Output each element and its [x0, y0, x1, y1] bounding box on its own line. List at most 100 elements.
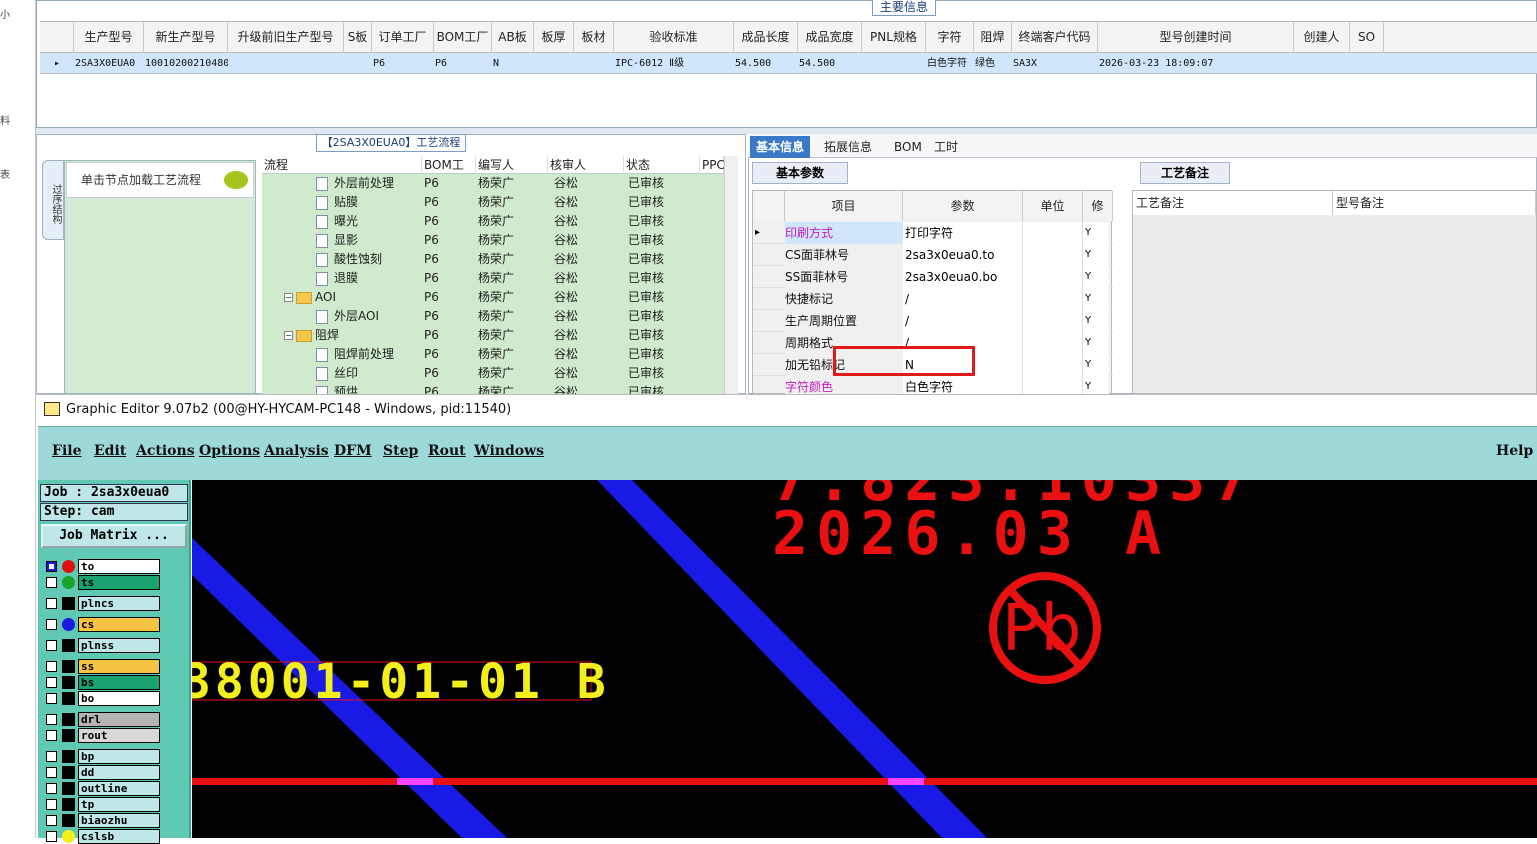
grid-cell[interactable]: SA3X [1012, 53, 1098, 74]
job-matrix-button[interactable]: Job Matrix ... [41, 524, 187, 548]
layer-name[interactable]: bo [78, 691, 160, 706]
flow-tree-row[interactable]: − AOI P6 杨荣广 谷松 已审核 [262, 288, 724, 307]
layer-name[interactable]: biaozhu [78, 813, 160, 828]
grid-cell[interactable]: 2SA3X0EUA0 [74, 53, 144, 74]
layer-name[interactable]: bs [78, 675, 160, 690]
params-column-header[interactable]: 单位 [1023, 191, 1083, 221]
flow-tree-row[interactable]: 酸性蚀刻 P6 杨荣广 谷松 已审核 [262, 250, 724, 269]
grid-column-header[interactable]: 成品宽度 [798, 22, 862, 54]
process-structure-tab[interactable]: 过序结构 [42, 160, 64, 240]
grid-column-header[interactable]: 板材 [574, 22, 614, 54]
layer-row[interactable]: rout [44, 728, 160, 743]
layer-name[interactable]: ts [78, 575, 160, 590]
menu-item[interactable]: DFM [334, 443, 372, 459]
flow-node[interactable]: 丝印 [316, 364, 358, 383]
layer-row[interactable]: biaozhu [44, 813, 160, 828]
flow-node[interactable]: 外层AOI [316, 307, 379, 326]
grid-column-header[interactable]: 验收标准 [614, 22, 734, 54]
layer-name[interactable]: ss [78, 659, 160, 674]
layer-row[interactable]: drl [44, 712, 160, 727]
layer-name[interactable]: bp [78, 749, 160, 764]
layer-checkbox[interactable] [46, 799, 57, 810]
layer-checkbox[interactable] [46, 677, 57, 688]
cam-canvas[interactable]: 7.823.10337 2026.03 A Pb 38001-01-01 B [192, 480, 1537, 838]
grid-cell[interactable]: IPC-6012 Ⅱ级 [614, 53, 734, 74]
layer-name[interactable]: tp [78, 797, 160, 812]
params-row[interactable]: CS面菲林号 2sa3x0eua0.to Y [753, 244, 1113, 266]
grid-column-header[interactable]: 阻焊 [974, 22, 1012, 54]
layer-name[interactable]: rout [78, 728, 160, 743]
params-unit[interactable] [1023, 332, 1083, 354]
params-unit[interactable] [1023, 244, 1083, 266]
menu-item[interactable]: Step [383, 443, 418, 459]
grid-cell[interactable] [344, 53, 372, 74]
grid-column-header[interactable]: 成品长度 [734, 22, 798, 54]
params-value[interactable]: / [903, 288, 1023, 310]
grid-column-header[interactable]: 型号创建时间 [1098, 22, 1294, 54]
layer-row[interactable]: bs [44, 675, 160, 690]
layer-row[interactable]: plnss [44, 638, 160, 653]
grid-column-header[interactable]: SO [1350, 22, 1384, 54]
expand-toggle-icon[interactable]: − [284, 293, 293, 302]
params-row[interactable]: 生产周期位置 / Y [753, 310, 1113, 332]
flow-column-header[interactable]: 编写人 [476, 156, 548, 174]
flow-node[interactable]: − AOI [284, 288, 336, 307]
flow-column-header[interactable]: 状态 [624, 156, 700, 174]
grid-cell[interactable] [228, 53, 344, 74]
help-menu[interactable]: Help [1496, 443, 1533, 459]
params-column-header[interactable]: 项目 [785, 191, 903, 221]
layer-checkbox[interactable] [46, 714, 57, 725]
flow-node[interactable]: 显影 [316, 231, 358, 250]
layer-name[interactable]: cslsb [78, 829, 160, 844]
params-unit[interactable] [1023, 354, 1083, 376]
process-notes-tab[interactable]: 工艺备注 [1140, 162, 1230, 184]
grid-cell[interactable]: N [492, 53, 534, 74]
grid-column-header[interactable]: 板厚 [534, 22, 574, 54]
grid-cell[interactable] [1294, 53, 1350, 74]
layer-name[interactable]: outline [78, 781, 160, 796]
layer-checkbox[interactable] [46, 751, 57, 762]
flow-node[interactable]: 退膜 [316, 269, 358, 288]
layer-checkbox[interactable] [46, 783, 57, 794]
layer-scrollbar[interactable] [163, 556, 189, 838]
layer-row[interactable]: cs [44, 617, 160, 632]
layer-name[interactable]: to [78, 559, 160, 574]
grid-cell[interactable] [1350, 53, 1384, 74]
menu-item[interactable]: Analysis [264, 443, 329, 459]
grid-cell[interactable] [862, 53, 926, 74]
params-value[interactable]: / [903, 310, 1023, 332]
flow-tree-row[interactable]: 曝光 P6 杨荣广 谷松 已审核 [262, 212, 724, 231]
layer-checkbox[interactable] [46, 577, 57, 588]
params-row[interactable]: 印刷方式 打印字符 Y ▸ [753, 222, 1113, 244]
grid-column-header[interactable]: 创建人 [1294, 22, 1350, 54]
layer-checkbox[interactable] [46, 831, 57, 842]
layer-checkbox[interactable] [46, 619, 57, 630]
params-row[interactable]: SS面菲林号 2sa3x0eua0.bo Y [753, 266, 1113, 288]
flow-tree-row[interactable]: 显影 P6 杨荣广 谷松 已审核 [262, 231, 724, 250]
params-row[interactable]: 快捷标记 / Y [753, 288, 1113, 310]
flow-node[interactable]: 阻焊前处理 [316, 345, 394, 364]
flow-tree-row[interactable]: 外层前处理 P6 杨荣广 谷松 已审核 [262, 174, 724, 193]
flow-column-header[interactable]: 核审人 [548, 156, 624, 174]
flow-node[interactable]: 曝光 [316, 212, 358, 231]
grid-column-header[interactable]: 终端客户代码 [1012, 22, 1098, 54]
layer-checkbox[interactable] [46, 561, 57, 572]
flow-tree-row[interactable]: − 阻焊 P6 杨荣广 谷松 已审核 [262, 326, 724, 345]
grid-column-header[interactable]: 新生产型号 [144, 22, 228, 54]
grid-column-header[interactable]: PNL规格 [862, 22, 926, 54]
flow-column-header[interactable]: BOM工厂 [422, 156, 476, 190]
params-unit[interactable] [1023, 266, 1083, 288]
layer-checkbox[interactable] [46, 640, 57, 651]
layer-name[interactable]: cs [78, 617, 160, 632]
menu-item[interactable]: Windows [474, 443, 544, 459]
layer-row[interactable]: dd [44, 765, 160, 780]
layer-row[interactable]: bo [44, 691, 160, 706]
layer-name[interactable]: dd [78, 765, 160, 780]
notes-column-header[interactable]: 型号备注 [1333, 191, 1536, 215]
grid-cell[interactable]: 白色字符 [926, 53, 974, 74]
layer-checkbox[interactable] [46, 693, 57, 704]
menu-item[interactable]: Edit [94, 443, 126, 459]
info-tab[interactable]: 工时 [928, 136, 964, 158]
grid-cell[interactable]: 2026-03-23 18:09:07 [1098, 53, 1294, 74]
flow-column-header[interactable]: 流程 [262, 156, 422, 174]
